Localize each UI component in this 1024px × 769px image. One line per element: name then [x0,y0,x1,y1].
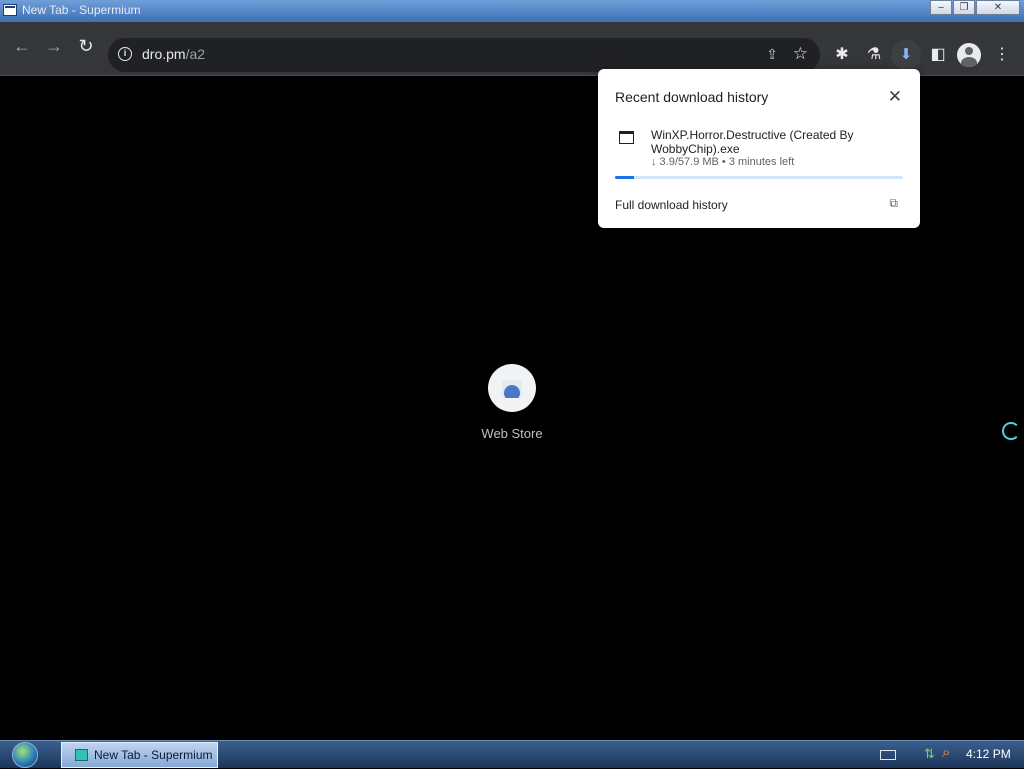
window-controls: – ❐ ✕ [929,0,1020,15]
forward-button[interactable]: → [39,31,69,61]
download-button[interactable]: ⬇ [891,40,921,70]
address-url[interactable]: dro.pm/a2 [142,46,205,62]
back-arrow-icon: ← [13,36,31,56]
taskbar-item-browser[interactable]: New Tab - Supermium [61,742,218,768]
network-icon[interactable]: ⇅ [924,746,935,762]
download-file-name[interactable]: WinXP.Horror.Destructive (Created By Wob… [651,128,891,156]
taskbar: New Tab - Supermium ⇅ ⌕ 4:12 PM [0,740,1024,768]
start-button[interactable] [10,741,42,769]
download-icon: ⬇ [899,46,913,63]
taskbar-clock[interactable]: 4:12 PM [966,747,1011,761]
web-store-icon [502,380,522,398]
windows-logo-icon [12,742,38,768]
web-store-shortcut[interactable] [488,364,536,412]
file-icon [619,131,634,144]
browser-toolbar: ← → ↻ i dro.pm/a2 ⇪ ☆ ✱ ⚗ ⬇ ◧ ⋮ [0,22,1024,76]
taskbar-item-label: New Tab - Supermium [94,748,213,762]
popup-title: Recent download history [615,89,769,105]
web-store-label[interactable]: Web Store [462,426,562,441]
side-panel-icon[interactable]: ◧ [923,40,953,70]
download-history-popup: Recent download history ✕ WinXP.Horror.D… [598,69,920,228]
download-status: ↓ 3.9/57.9 MB • 3 minutes left [651,156,795,168]
close-icon[interactable]: ✕ [888,87,902,107]
keyboard-icon[interactable] [880,750,896,760]
window-title: New Tab - Supermium [22,3,141,17]
puzzle-icon[interactable]: ✱ [827,40,857,70]
download-progress-fill [615,176,635,179]
forward-arrow-icon: → [45,36,63,56]
supermium-icon [75,749,88,761]
full-download-history-link[interactable]: Full download history [615,198,728,212]
back-button[interactable]: ← [7,31,37,61]
reload-icon: ↻ [78,36,94,56]
kebab-menu-icon[interactable]: ⋮ [987,40,1017,70]
app-window-icon [3,4,17,16]
share-icon[interactable]: ⇪ [766,46,778,63]
loading-spinner-icon [1002,422,1020,440]
address-bar[interactable]: i dro.pm/a2 ⇪ ☆ [108,38,820,72]
search-icon[interactable]: ⌕ [942,744,950,761]
flask-icon[interactable]: ⚗ [859,40,889,70]
url-host: dro.pm [142,46,186,62]
profile-icon[interactable] [957,43,981,67]
reload-button[interactable]: ↻ [71,31,101,61]
maximize-button[interactable]: ❐ [953,0,975,15]
star-icon[interactable]: ☆ [793,44,808,64]
site-info-icon[interactable]: i [118,47,132,61]
download-progress-bar [615,176,903,179]
minimize-button[interactable]: – [930,0,952,15]
url-path: /a2 [185,46,206,62]
window-titlebar: New Tab - Supermium – ❐ ✕ [0,0,1024,22]
close-window-button[interactable]: ✕ [976,0,1020,15]
external-link-icon[interactable]: ⧉ [889,196,898,211]
